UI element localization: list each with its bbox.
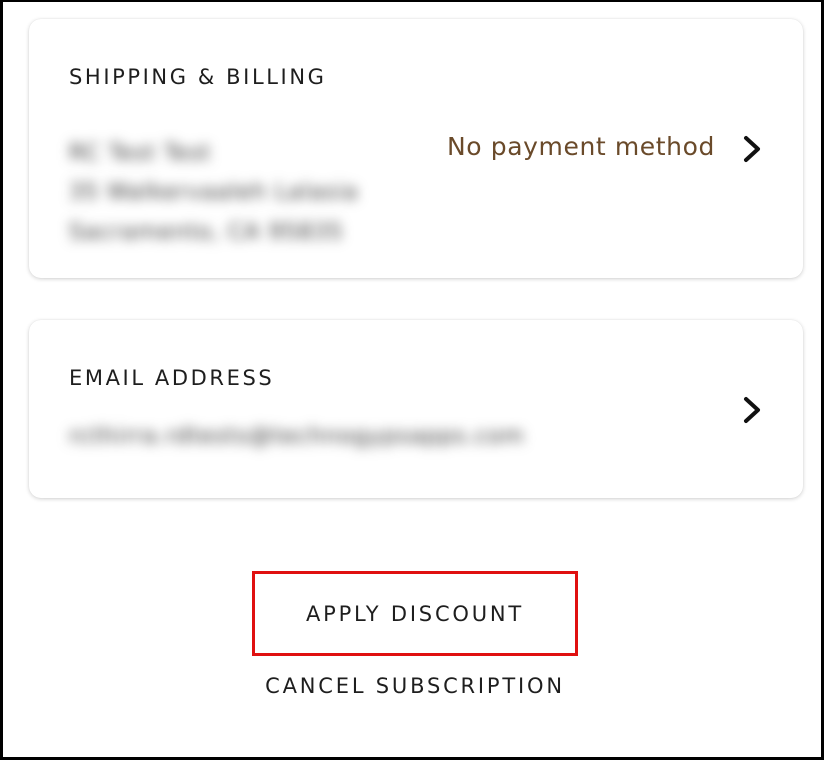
address-line-3: Sacramento, CA 95835 (69, 220, 344, 245)
chevron-right-icon[interactable] (739, 134, 765, 164)
apply-discount-label: APPLY DISCOUNT (305, 601, 525, 626)
screen-frame: SHIPPING & BILLING RC Test Test 35 Walke… (0, 0, 824, 760)
email-address-title: EMAIL ADDRESS (69, 366, 275, 390)
address-line-1: RC Test Test (69, 141, 212, 166)
address-line-2: 35 Walkervaaleh Lalasia (69, 180, 359, 205)
shipping-billing-title: SHIPPING & BILLING (69, 65, 327, 89)
chevron-right-icon[interactable] (739, 395, 765, 425)
email-value: rcthirra.rdtests@technogypsapps.com (69, 424, 525, 449)
email-address-card[interactable]: EMAIL ADDRESS rcthirra.rdtests@technogyp… (29, 320, 803, 498)
payment-status: No payment method (446, 132, 715, 161)
shipping-billing-card[interactable]: SHIPPING & BILLING RC Test Test 35 Walke… (29, 19, 803, 278)
cancel-subscription-link[interactable]: CANCEL SUBSCRIPTION (3, 674, 824, 698)
apply-discount-button[interactable]: APPLY DISCOUNT (252, 571, 578, 656)
